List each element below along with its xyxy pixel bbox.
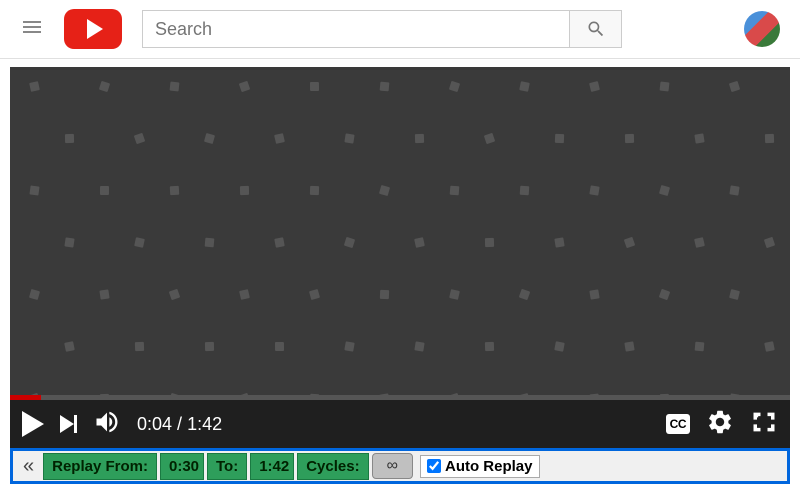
replay-extension-bar: « Replay From: 0:30 To: 1:42 Cycles: ∞ A…	[10, 448, 790, 484]
search-container	[142, 10, 622, 48]
captions-button[interactable]: CC	[666, 414, 690, 434]
replay-to-input[interactable]: 1:42	[250, 453, 294, 480]
volume-button[interactable]	[93, 408, 121, 441]
time-display: 0:04 / 1:42	[137, 414, 222, 435]
play-icon	[22, 411, 44, 437]
header-bar	[0, 0, 800, 58]
video-content-area[interactable]	[10, 67, 790, 395]
volume-icon	[93, 408, 121, 436]
auto-replay-label: Auto Replay	[445, 458, 533, 475]
auto-replay-group: Auto Replay	[420, 455, 540, 478]
fullscreen-icon	[750, 408, 778, 436]
current-time: 0:04	[137, 414, 172, 434]
logo-play-icon	[64, 9, 122, 49]
next-icon	[60, 415, 74, 433]
replay-cycles-input[interactable]: ∞	[372, 453, 413, 479]
settings-button[interactable]	[706, 408, 734, 441]
replay-from-input[interactable]: 0:30	[160, 453, 204, 480]
auto-replay-checkbox[interactable]	[427, 459, 441, 473]
video-pattern	[10, 67, 790, 395]
youtube-logo[interactable]	[64, 9, 122, 49]
replay-from-label: Replay From:	[43, 453, 157, 480]
search-icon	[586, 19, 606, 39]
replay-cycles-label: Cycles:	[297, 453, 368, 480]
play-button[interactable]	[22, 411, 44, 437]
video-player: 0:04 / 1:42 CC	[10, 67, 790, 448]
user-avatar[interactable]	[744, 11, 780, 47]
search-input[interactable]	[142, 10, 570, 48]
fullscreen-button[interactable]	[750, 408, 778, 441]
header-divider	[0, 58, 800, 59]
gear-icon	[706, 408, 734, 436]
hamburger-menu-icon[interactable]	[20, 15, 44, 44]
replay-to-label: To:	[207, 453, 247, 480]
search-button[interactable]	[570, 10, 622, 48]
duration: 1:42	[187, 414, 222, 434]
collapse-button[interactable]: «	[17, 455, 40, 478]
next-button[interactable]	[60, 415, 77, 433]
player-controls: 0:04 / 1:42 CC	[10, 400, 790, 448]
